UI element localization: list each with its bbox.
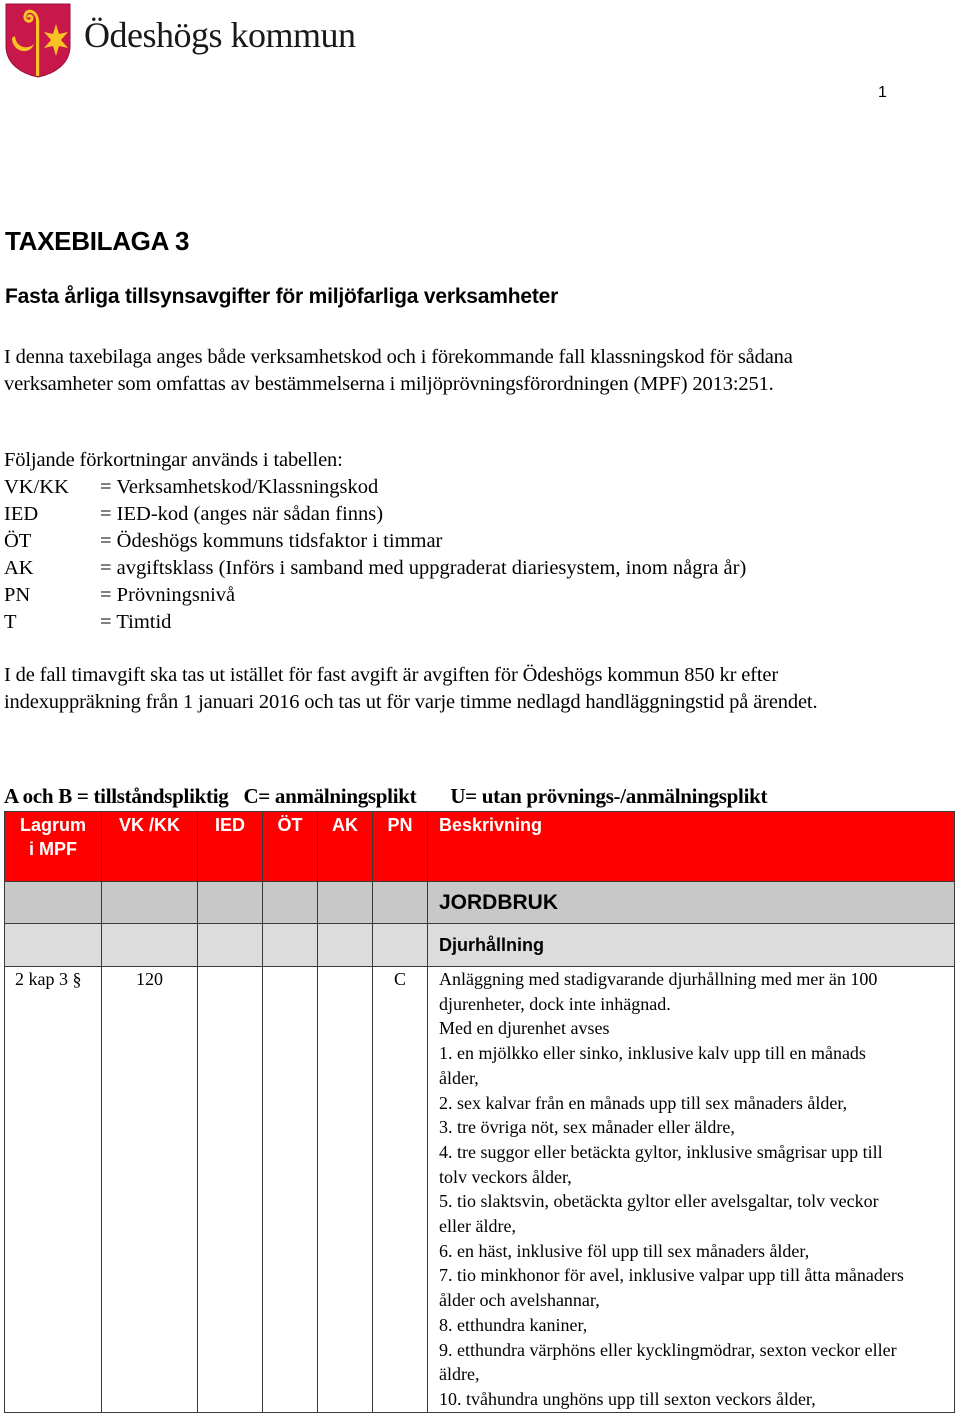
description-line: 3. tre övriga nöt, sex månader eller äld… [439,1117,735,1138]
cell-lagrum: 2 kap 3 § [4,966,102,1413]
description-line: 8. etthundra kaniner, [439,1314,588,1335]
page-title: TAXEBILAGA 3 [5,226,190,256]
category-row: JORDBRUK [4,881,955,924]
abbreviation-value: = avgiftsklass (Införs i samband med upp… [100,557,747,579]
empty-cell [4,881,102,924]
empty-cell [197,881,263,924]
abbreviation-key: IED [4,503,39,525]
abbreviation-value: = Timtid [100,611,172,633]
cell-ot [262,966,318,1413]
coat-of-arms-icon [5,3,71,78]
empty-cell [197,923,263,967]
description-line: 7. tio minkhonor för avel, inklusive val… [439,1265,904,1286]
abbreviation-key: VK/KK [4,476,69,498]
empty-cell [317,881,373,924]
description-line: tolv veckors ålder, [439,1166,572,1187]
empty-cell [372,881,428,924]
cell-pn: C [372,966,428,1413]
cell-beskrivning: Anläggning med stadigvarande djurhållnin… [427,966,955,1413]
column-header-ied: IED [197,811,263,882]
abbreviation-value: = IED-kod (anges när sådan finns) [100,503,384,525]
cell-ied [197,966,263,1413]
column-header-beskrivning: Beskrivning [427,811,955,882]
description-line: ålder och avelshannar, [439,1290,600,1311]
description-line: djurenheter, dock inte inhägnad. [439,993,671,1014]
abbreviation-key: PN [4,584,31,606]
table-row: 2 kap 3 § 120 C Anläggning med stadigvar… [4,966,955,1413]
abbreviation-value: = Prövningsnivå [100,584,236,606]
permit-legend: A och B = tillståndspliktig C= anmälnings… [4,784,782,809]
description-line: Anläggning med stadigvarande djurhållnin… [439,969,878,989]
description-line: Med en djurenhet avses [439,1018,610,1039]
description-line: 6. en häst, inklusive föl upp till sex m… [439,1240,810,1261]
intro-paragraph: I denna taxebilaga anges både verksamhet… [4,346,793,395]
column-header-ak: AK [317,811,373,882]
description-line: eller äldre, [439,1216,516,1237]
abbreviations-intro: Följande förkortningar används i tabelle… [4,449,343,471]
municipality-logo: Ödeshögs kommun [4,2,384,80]
legend-permit-required: A och B = tillståndspliktig [4,784,229,808]
logo-text: Ödeshögs kommun [84,15,356,55]
empty-cell [262,923,318,967]
empty-cell [101,923,198,967]
abbreviation-key: AK [4,557,34,579]
legend-no-requirement: U= utan prövnings-/anmälningsplikt [450,784,768,808]
description-line: 1. en mjölkko eller sinko, inklusive kal… [439,1043,866,1064]
abbreviation-key: T [4,611,17,633]
page-number: 1 [878,84,887,101]
table-header-row: Lagrum i MPF VK /KK IED ÖT AK PN Beskrivn… [4,811,955,882]
abbreviation-value: = Verksamhetskod/Klassningskod [100,476,379,498]
column-header-vk-kk: VK /KK [101,811,198,882]
column-header-lagrum: Lagrum i MPF [4,811,102,882]
legend-notification-required: C= anmälningsplikt [243,784,417,808]
abbreviation-item: VK/KK = Verksamhetskod/Klassningskod [4,474,746,501]
abbreviation-item: AK = avgiftsklass (Införs i samband med … [4,555,746,582]
abbreviation-item: ÖT = Ödeshögs kommuns tidsfaktor i timma… [4,528,746,555]
abbreviation-item: PN = Prövningsnivå [4,582,746,609]
column-header-pn: PN [372,811,428,882]
hourly-fee-paragraph: I de fall timavgift ska tas ut istället … [4,664,818,713]
category-label: JORDBRUK [427,881,955,924]
cell-ak [317,966,373,1413]
empty-cell [4,923,102,967]
column-header-ot: ÖT [262,811,318,882]
empty-cell [262,881,318,924]
empty-cell [317,923,373,967]
description-line: 9. etthundra värphöns eller kycklingmödr… [439,1339,897,1360]
abbreviation-item: T = Timtid [4,609,746,636]
description-line: 4. tre suggor eller betäckta gyltor, ink… [439,1141,883,1162]
page-subtitle: Fasta årliga tillsynsavgifter för miljöf… [5,285,559,308]
description-line: 2. sex kalvar från en månads upp till se… [439,1092,848,1113]
subcategory-row: Djurhållning [4,923,955,967]
abbreviation-value: = Ödeshögs kommuns tidsfaktor i timmar [100,530,443,552]
empty-cell [101,881,198,924]
abbreviation-item: IED = IED-kod (anges när sådan finns) [4,501,746,528]
empty-cell [372,923,428,967]
abbreviation-list: VK/KK = Verksamhetskod/Klassningskod IED… [4,474,746,636]
description-line: 5. tio slaktsvin, obetäckta gyltor eller… [439,1191,879,1212]
fee-table: Lagrum i MPF VK /KK IED ÖT AK PN Beskrivn… [4,811,955,1413]
description-line: 10. tvåhundra unghöns upp till sexton ve… [439,1388,816,1409]
subcategory-label: Djurhållning [427,923,955,967]
description-line: ålder, [439,1067,479,1088]
description-line: äldre, [439,1364,480,1385]
cell-vk-kk: 120 [101,966,198,1413]
abbreviation-key: ÖT [4,530,32,552]
